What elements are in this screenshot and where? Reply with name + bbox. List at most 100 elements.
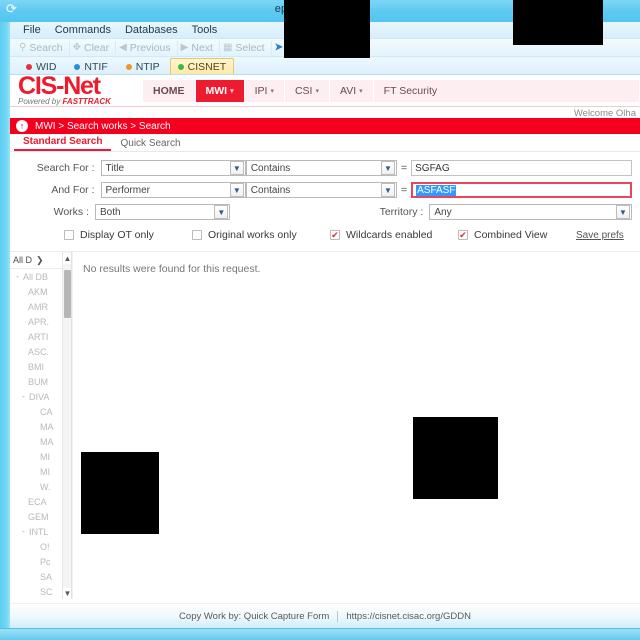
nav-item-avi[interactable]: AVI ▾ [329,79,374,102]
database-tabstrip: WID NTIF NTIP CISNET [10,57,640,75]
and-for-equals-sign: = [400,184,408,196]
next-icon: ▶ [180,41,189,53]
menu-item-databases[interactable]: Databases [118,23,185,37]
db-tab-cisnet[interactable]: CISNET [169,58,235,74]
chevron-down-icon[interactable]: ▼ [63,588,71,599]
footer-divider [337,610,339,622]
form-row-and-for: And For : Performer ▼ Contains ▼ = ASFAS… [18,180,632,200]
tree-node-label: MI [40,466,50,477]
twisty-icon[interactable]: - [18,527,29,536]
toolbar-clear-label: Clear [84,41,110,54]
checkbox-original-works-only[interactable] [192,230,202,240]
select-icon: ▦ [222,41,233,53]
and-for-label: And For : [51,184,95,196]
chevron-up-icon[interactable]: ▲ [63,253,71,264]
territory-label: Territory : [379,206,424,218]
home-up-icon[interactable]: ↑ [16,120,28,132]
tree-node-label: SC [40,586,53,597]
tab-standard-search[interactable]: Standard Search [14,136,112,151]
content-split: All D ❯ - All DB AKM AMR APR. ARTI ASC. … [10,251,640,599]
redaction-box-title-left [284,0,370,58]
form-row-search-for: Search For : Title ▼ Contains ▼ = SGFAG [18,158,633,178]
option-combined-view[interactable]: ✔ Combined View [458,229,576,241]
tab-quick-search[interactable]: Quick Search [111,138,189,151]
tree-node-label: ASC. [28,346,50,357]
search-for-equals-sign: = [401,162,408,174]
toolbar-next-label: Next [191,41,213,54]
toolbar-previous-button[interactable]: ◀ Previous [116,40,178,55]
save-prefs-link[interactable]: Save prefs [576,230,624,241]
toolbar-search-button[interactable]: ⚲ Search [16,40,70,55]
search-for-operator-select[interactable]: Contains ▼ [245,160,397,176]
status-dot-icon [26,63,32,70]
toolbar-select-button[interactable]: ▦ Select [220,40,272,55]
redaction-box-title-right [513,0,603,45]
redaction-box-right [413,417,498,499]
tree-node-label: W. [40,481,51,492]
chevron-down-icon: ▾ [230,87,234,95]
tree-node-label: BMI [28,361,45,372]
db-tab-ntif[interactable]: NTIF [66,58,115,74]
welcome-text: Welcome Olha [573,108,636,119]
search-for-operator-value: Contains [250,162,291,174]
application-window: ⟳ epertoire (Search) File Commands Datab… [0,0,640,640]
tree-node-label: CA [40,406,53,417]
toolbar-clear-button[interactable]: ✥ Clear [70,40,117,55]
works-select[interactable]: Both ▼ [95,204,231,220]
toolbar-previous-label: Previous [129,41,171,54]
logo-tagline: Powered by FASTTRACK [18,97,143,106]
nav-item-mwi[interactable]: MWI ▾ [195,79,245,102]
status-dot-icon [125,63,132,70]
page-content: CIS-Net Powered by FASTTRACK HOME MWI ▾ … [10,75,640,628]
nav-item-ft-security[interactable]: FT Security [373,79,640,102]
and-for-operator-select[interactable]: Contains ▼ [245,182,397,198]
twisty-icon[interactable]: - [12,272,23,281]
twisty-icon[interactable]: - [18,392,29,401]
menu-item-commands[interactable]: Commands [48,23,118,37]
nav-item-home-label: HOME [153,84,185,97]
chevron-right-icon[interactable]: ❯ [36,255,44,266]
chevron-down-icon: ▼ [381,161,395,175]
option-original-works-only[interactable]: Original works only [192,229,330,241]
toolbar-next-button[interactable]: ▶ Next [178,40,220,55]
tree-header-label: All D [13,255,33,265]
option-wildcards-enabled[interactable]: ✔ Wildcards enabled [330,229,458,241]
and-for-text-input[interactable]: ASFASF [411,182,632,198]
menu-item-tools[interactable]: Tools [185,23,225,37]
desktop-bottom-edge [0,628,640,640]
chevron-down-icon: ▼ [616,205,631,219]
nav-item-ft-security-label: FT Security [383,84,438,97]
nav-item-home[interactable]: HOME [143,79,196,102]
checkbox-combined-view[interactable]: ✔ [458,230,468,240]
territory-select[interactable]: Any ▼ [429,204,633,220]
and-for-text-value: ASFASF [416,184,457,196]
main-nav: HOME MWI ▾ IPI ▾ CSI ▾ AVI ▾ FT Security [143,79,640,102]
db-tab-ntif-label: NTIF [84,60,108,73]
and-for-field-select[interactable]: Performer ▼ [100,182,246,198]
checkbox-wildcards-enabled[interactable]: ✔ [330,230,340,240]
tree-node-label: DIVA [29,391,50,402]
db-tab-wid[interactable]: WID [18,58,64,74]
option-display-ot-only[interactable]: Display OT only [64,229,192,241]
tree-scrollbar[interactable]: ▲ ▼ [62,252,71,599]
menu-item-file[interactable]: File [16,23,48,37]
redaction-box-left [81,452,159,534]
cisnet-logo[interactable]: CIS-Net Powered by FASTTRACK [10,75,143,106]
db-tab-ntip[interactable]: NTIP [118,58,168,74]
nav-item-csi[interactable]: CSI ▾ [284,79,330,102]
tree-node-label: All DB [23,271,49,282]
search-form: Search For : Title ▼ Contains ▼ = SGFAG … [10,152,640,245]
scrollbar-thumb[interactable] [64,270,71,318]
no-results-message: No results were found for this request. [83,263,261,275]
logo-tagline-brand: FASTTRACK [62,96,111,106]
footer-url[interactable]: https://cisnet.cisac.org/GDDN [346,611,471,622]
status-dot-icon [177,63,184,70]
search-for-text-input[interactable]: SGFAG [411,160,633,176]
nav-item-ipi[interactable]: IPI ▾ [244,79,285,102]
toolbar-search-label: Search [29,41,63,54]
checkbox-display-ot-only[interactable] [64,230,74,240]
return-icon: ➤ [274,41,283,53]
search-for-field-select[interactable]: Title ▼ [100,160,246,176]
results-panel: No results were found for this request. [72,252,640,599]
chevron-down-icon: ▼ [380,183,395,197]
